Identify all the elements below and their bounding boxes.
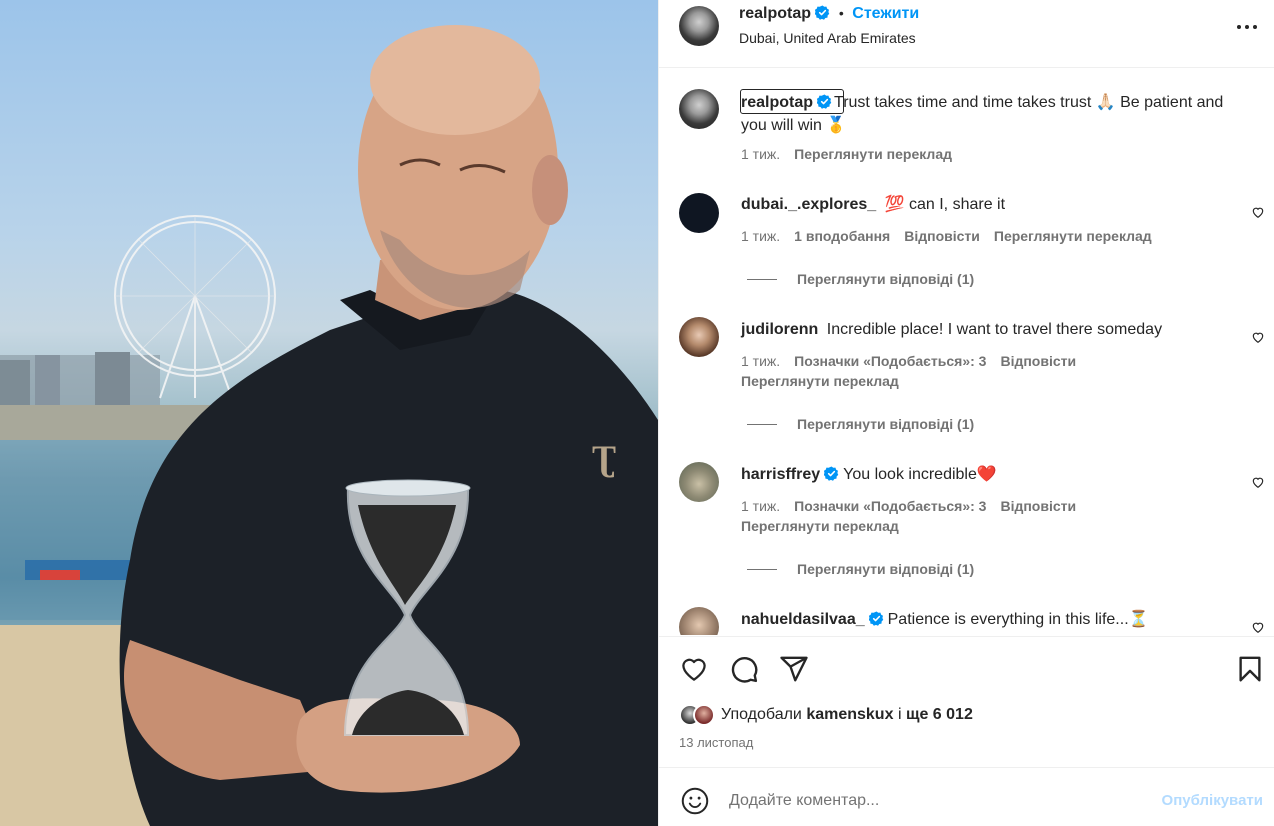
caption-translate-button[interactable]: Переглянути переклад	[794, 146, 952, 162]
post-details-panel: realpotap • Стежити Dubai, United Arab E…	[658, 0, 1274, 826]
comment-avatar[interactable]	[679, 317, 719, 357]
more-icon-dot	[1253, 25, 1257, 29]
translate-button[interactable]: Переглянути переклад	[994, 228, 1152, 244]
post-date[interactable]: 13 листопад	[679, 735, 753, 750]
view-replies-button[interactable]: Переглянути відповіді (1)	[747, 416, 974, 432]
replies-divider	[747, 278, 777, 280]
comment-text: Patience is everything in this life...⏳	[887, 611, 1149, 628]
separator-dot: •	[838, 5, 844, 21]
share-icon[interactable]	[779, 654, 809, 684]
translate-button[interactable]: Переглянути переклад	[741, 518, 899, 534]
publish-button[interactable]: Опублікувати	[1162, 792, 1263, 809]
replies-divider	[747, 568, 777, 570]
view-replies-button[interactable]: Переглянути відповіді (1)	[747, 561, 974, 577]
post-location[interactable]: Dubai, United Arab Emirates	[739, 30, 916, 46]
comment-likes-count[interactable]: Позначки «Подобається»: 3	[794, 498, 986, 514]
comment-like-icon[interactable]	[1251, 475, 1265, 489]
verified-icon	[815, 5, 830, 20]
caption-text: Trust takes time and time takes trust 🙏🏻…	[741, 94, 1224, 134]
verified-icon	[817, 94, 832, 109]
comment-likes-count[interactable]: 1 вподобання	[794, 228, 890, 244]
post-actions: Уподобали kamenskux і ще 6 012 13 листоп…	[659, 636, 1274, 766]
view-replies-label: Переглянути відповіді (1)	[797, 271, 975, 287]
caption-username[interactable]: realpotap	[741, 94, 813, 111]
liker-avatar[interactable]	[693, 704, 715, 726]
replies-divider	[747, 423, 777, 425]
comment-avatar[interactable]	[679, 193, 719, 233]
post-photo-illustration: Ʈ	[0, 25, 658, 826]
verified-icon	[868, 611, 883, 626]
reply-button[interactable]: Відповісти	[1000, 498, 1076, 514]
comment-input[interactable]	[729, 788, 1139, 814]
author-username[interactable]: realpotap	[739, 5, 811, 22]
reply-button[interactable]: Відповісти	[1000, 353, 1076, 369]
comment-like-icon[interactable]	[1251, 620, 1265, 634]
comment-username[interactable]: judilorenn	[741, 321, 818, 338]
more-icon-dot	[1245, 25, 1249, 29]
author-avatar[interactable]	[679, 6, 719, 46]
comment-time[interactable]: 1 тиж.	[741, 498, 780, 514]
caption-author-avatar[interactable]	[679, 89, 719, 129]
post-header: realpotap • Стежити Dubai, United Arab E…	[659, 0, 1274, 68]
comment-text: You look incredible❤️	[843, 466, 997, 483]
comment-text: Incredible place! I want to travel there…	[826, 321, 1163, 338]
comment-username[interactable]: dubai._.explores_	[741, 196, 876, 213]
add-comment-bar: Опублікувати	[659, 767, 1274, 826]
comment-username[interactable]: harrisffrey	[741, 466, 820, 483]
comment-meta: 1 тиж. 1 вподобання Відповісти Переглянути …	[741, 228, 1152, 244]
comment-avatar[interactable]	[679, 462, 719, 502]
liked-by-user[interactable]: kamenskux	[806, 706, 893, 723]
comment: nahueldasilvaa_ Patience is everything in…	[741, 608, 1221, 631]
more-icon	[1237, 25, 1241, 29]
comment-username[interactable]: nahueldasilvaa_	[741, 611, 865, 628]
comment-avatar[interactable]	[679, 607, 719, 635]
translate-button[interactable]: Переглянути переклад	[741, 373, 899, 389]
comment-like-icon[interactable]	[1251, 205, 1265, 219]
view-replies-label: Переглянути відповіді (1)	[797, 561, 975, 577]
liked-by-and: і	[897, 706, 902, 723]
view-replies-button[interactable]: Переглянути відповіді (1)	[747, 271, 974, 287]
liked-by: Уподобали kamenskux і ще 6 012	[679, 704, 973, 726]
emoji-icon[interactable]	[681, 787, 709, 815]
comment-text: 💯 can I, share it	[884, 196, 1006, 213]
comment-icon[interactable]	[729, 654, 759, 684]
comment-time[interactable]: 1 тиж.	[741, 228, 780, 244]
caption-time[interactable]: 1 тиж.	[741, 146, 780, 162]
comment-meta: 1 тиж. Позначки «Подобається»: 3 Відповіст…	[741, 353, 1076, 369]
liked-by-text: Уподобали kamenskux і ще 6 012	[721, 706, 973, 724]
follow-button[interactable]: Стежити	[852, 5, 919, 22]
comment-meta: 1 тиж. Позначки «Подобається»: 3 Відповіст…	[741, 498, 1076, 514]
heart-icon[interactable]	[679, 654, 709, 684]
post-image[interactable]: Ʈ	[0, 0, 658, 826]
comment-time[interactable]: 1 тиж.	[741, 353, 780, 369]
comment: dubai._.explores_ 💯 can I, share it	[741, 193, 1221, 216]
comment: judilorenn Incredible place! I want to t…	[741, 318, 1221, 341]
caption: realpotap Trust takes time and time takes…	[741, 91, 1251, 137]
comment-like-icon[interactable]	[1251, 330, 1265, 344]
svg-text:Ʈ: Ʈ	[592, 438, 616, 478]
reply-button[interactable]: Відповісти	[904, 228, 980, 244]
verified-icon	[824, 466, 839, 481]
comment-likes-count[interactable]: Позначки «Подобається»: 3	[794, 353, 986, 369]
likes-count[interactable]: ще 6 012	[906, 706, 973, 723]
more-options-button[interactable]	[1235, 18, 1259, 36]
comment: harrisffrey You look incredible❤️	[741, 463, 1221, 486]
view-replies-label: Переглянути відповіді (1)	[797, 416, 975, 432]
caption-meta: 1 тиж. Переглянути переклад	[741, 146, 952, 162]
comments-list[interactable]: realpotap Trust takes time and time takes…	[659, 69, 1274, 635]
bookmark-icon[interactable]	[1235, 654, 1265, 684]
liked-by-prefix: Уподобали	[721, 706, 802, 723]
